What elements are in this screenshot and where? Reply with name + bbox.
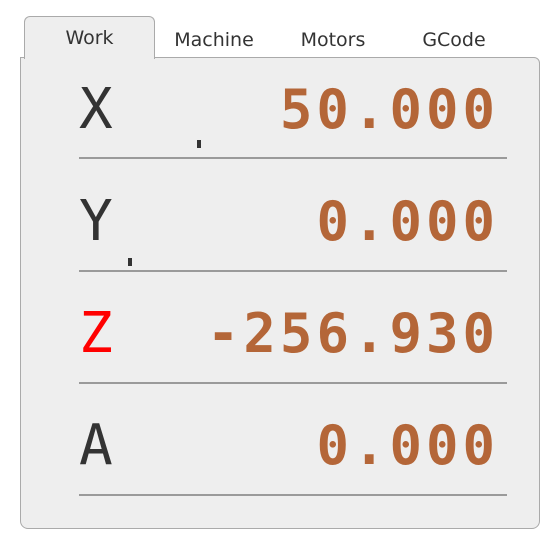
- tab-motors[interactable]: Motors: [284, 22, 382, 58]
- axis-label-a: A: [79, 413, 113, 478]
- axis-label-x: X: [79, 77, 113, 142]
- tick-mark: [197, 140, 201, 148]
- axis-label-y: Y: [79, 189, 113, 254]
- axis-row-z: Z -256.930: [79, 282, 507, 384]
- axis-row-a: A 0.000: [79, 394, 507, 496]
- tick-mark: [128, 258, 132, 266]
- axis-value-z[interactable]: -256.930: [207, 302, 499, 366]
- axis-row-x: X 50.000: [79, 58, 507, 159]
- tab-machine[interactable]: Machine: [160, 22, 268, 58]
- axis-value-x[interactable]: 50.000: [280, 78, 499, 142]
- dro-tab-bar: Work Machine Motors GCode: [20, 16, 540, 59]
- work-coordinates-panel: X 50.000 Y 0.000 Z -256.930 A 0.000: [20, 57, 540, 529]
- tab-work[interactable]: Work: [24, 16, 155, 59]
- axis-value-y[interactable]: 0.000: [316, 190, 499, 254]
- axis-value-a[interactable]: 0.000: [316, 414, 499, 478]
- tab-gcode[interactable]: GCode: [404, 22, 504, 58]
- axis-label-z: Z: [79, 301, 113, 366]
- axis-row-y: Y 0.000: [79, 170, 507, 272]
